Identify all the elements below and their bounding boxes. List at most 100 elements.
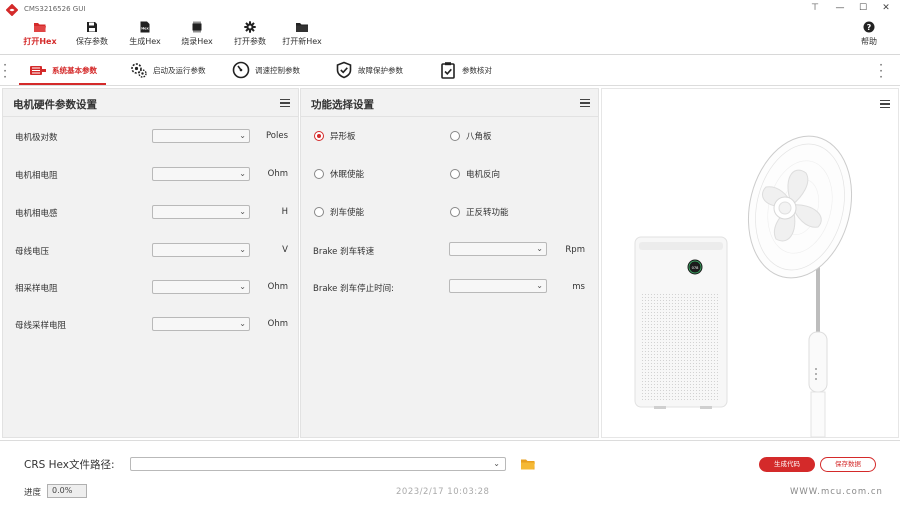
brake-stop-time-select[interactable]: ⌄ bbox=[449, 279, 547, 293]
phase-inductance-unit: H bbox=[281, 207, 288, 217]
phase-resistance-unit: Ohm bbox=[267, 169, 288, 179]
open-new-hex-button[interactable]: 打开新Hex bbox=[272, 20, 332, 47]
folder-browse-icon[interactable] bbox=[520, 458, 536, 471]
tab-system-basic-params[interactable]: 系统基本参数 bbox=[19, 55, 106, 85]
clipboard-check-icon bbox=[441, 62, 455, 79]
radio-shaped-board[interactable]: 异形板 bbox=[314, 130, 356, 142]
generate-hex-label: 生成Hex bbox=[129, 37, 161, 46]
phase-resistance-label: 电机相电阻 bbox=[15, 171, 58, 181]
tab-startup-run-params[interactable]: 启动及运行参数 bbox=[130, 55, 206, 85]
folder-open-icon bbox=[34, 23, 46, 32]
app-window: CMS3216526 GUI ⊤ — ☐ ✕ 打开Hex 保存参数 Hex 生成… bbox=[0, 0, 900, 508]
open-new-hex-label: 打开新Hex bbox=[282, 37, 322, 46]
tab-label: 启动及运行参数 bbox=[153, 65, 206, 75]
datetime-display: 2023/2/17 10:03:28 bbox=[396, 487, 490, 497]
bus-voltage-select[interactable]: ⌄ bbox=[152, 243, 250, 257]
help-label: 帮助 bbox=[861, 37, 877, 46]
standing-fan-image bbox=[747, 135, 853, 438]
help-button[interactable]: ? 帮助 bbox=[839, 20, 899, 47]
bus-voltage-unit: V bbox=[282, 245, 288, 255]
function-select-panel: 功能选择设置 异形板 八角板 休眠使能 电机反向 刹车使能 正反转功能 Brak… bbox=[300, 88, 599, 438]
maximize-button[interactable]: ☐ bbox=[856, 3, 870, 13]
radio-octagon-board[interactable]: 八角板 bbox=[450, 130, 492, 142]
chevron-down-icon: ⌄ bbox=[239, 245, 246, 254]
bus-sampling-resistor-unit: Ohm bbox=[267, 319, 288, 329]
pin-button[interactable]: ⊤ bbox=[808, 3, 822, 13]
tab-speed-control-params[interactable]: 调速控制参数 bbox=[232, 55, 300, 85]
brake-speed-select[interactable]: ⌄ bbox=[449, 242, 547, 256]
bus-sampling-resistor-label: 母线采样电阻 bbox=[15, 321, 67, 331]
chevron-down-icon: ⌄ bbox=[536, 281, 543, 290]
toolbar: 打开Hex 保存参数 Hex 生成Hex 烧录Hex 打开参数 打开新Hex ?… bbox=[0, 20, 900, 52]
hex-path-label: CRS Hex文件路径: bbox=[24, 459, 115, 471]
folder-icon bbox=[296, 23, 308, 32]
radio-motor-reverse[interactable]: 电机反向 bbox=[450, 168, 500, 180]
brake-speed-unit: Rpm bbox=[565, 245, 585, 255]
window-title: CMS3216526 GUI bbox=[24, 5, 86, 13]
open-hex-label: 打开Hex bbox=[23, 37, 57, 46]
phase-resistance-select[interactable]: ⌄ bbox=[152, 167, 250, 181]
brake-stop-time-unit: ms bbox=[572, 282, 585, 292]
burn-hex-button[interactable]: 烧录Hex bbox=[167, 20, 227, 47]
minimize-button[interactable]: — bbox=[833, 3, 847, 13]
hex-path-select[interactable]: ⌄ bbox=[130, 457, 506, 471]
divider bbox=[0, 440, 900, 441]
bus-sampling-resistor-select[interactable]: ⌄ bbox=[152, 317, 250, 331]
tab-label: 系统基本参数 bbox=[52, 65, 97, 75]
tab-label: 故障保护参数 bbox=[358, 65, 403, 75]
tab-fault-protection-params[interactable]: 故障保护参数 bbox=[335, 55, 403, 85]
motor-icon bbox=[30, 66, 46, 75]
pole-pairs-label: 电机极对数 bbox=[15, 133, 58, 143]
hamburger-menu-icon[interactable] bbox=[280, 99, 290, 107]
phase-sampling-resistor-unit: Ohm bbox=[267, 282, 288, 292]
bus-voltage-label: 母线电压 bbox=[15, 247, 50, 257]
brake-stop-time-label: Brake 刹车停止时间: bbox=[313, 284, 394, 294]
svg-text:Hex: Hex bbox=[141, 27, 149, 31]
website-text: WWW.mcu.com.cn bbox=[790, 487, 883, 497]
chevron-down-icon: ⌄ bbox=[239, 207, 246, 216]
phase-inductance-label: 电机相电感 bbox=[15, 209, 58, 219]
panel-header: 电机硬件参数设置 bbox=[3, 89, 298, 117]
hamburger-menu-icon[interactable] bbox=[580, 99, 590, 107]
product-image-panel: 078 bbox=[601, 88, 899, 438]
tab-label: 调速控制参数 bbox=[255, 65, 300, 75]
svg-text:078: 078 bbox=[692, 266, 700, 270]
progress-label: 进度 bbox=[24, 488, 42, 498]
phase-sampling-resistor-label: 相采样电阻 bbox=[15, 284, 58, 294]
shield-check-icon bbox=[336, 61, 352, 79]
generate-hex-button[interactable]: Hex 生成Hex bbox=[115, 20, 175, 47]
tabs-overflow-icon[interactable]: · · · bbox=[878, 59, 884, 83]
open-hex-button[interactable]: 打开Hex bbox=[10, 20, 70, 47]
tab-param-check[interactable]: 参数核对 bbox=[439, 55, 492, 85]
burn-hex-label: 烧录Hex bbox=[181, 37, 213, 46]
product-illustration: 078 bbox=[634, 135, 853, 438]
panel-header: 功能选择设置 bbox=[301, 89, 598, 117]
save-icon bbox=[87, 22, 97, 32]
tabs-scroll-left-icon[interactable]: · · · bbox=[2, 59, 8, 83]
radio-forward-reverse[interactable]: 正反转功能 bbox=[450, 206, 509, 218]
gear-icon bbox=[244, 21, 256, 33]
dial-icon bbox=[232, 61, 250, 79]
phase-inductance-select[interactable]: ⌄ bbox=[152, 205, 250, 219]
open-params-button[interactable]: 打开参数 bbox=[220, 20, 280, 47]
gears-icon bbox=[131, 63, 147, 78]
chevron-down-icon: ⌄ bbox=[493, 459, 500, 468]
radio-brake-enable[interactable]: 刹车使能 bbox=[314, 206, 364, 218]
generate-code-button[interactable]: 生成代码 bbox=[759, 457, 815, 472]
chip-icon bbox=[192, 21, 202, 33]
save-params-button[interactable]: 保存参数 bbox=[62, 20, 122, 47]
radio-sleep-enable[interactable]: 休眠使能 bbox=[314, 168, 364, 180]
phase-sampling-resistor-select[interactable]: ⌄ bbox=[152, 280, 250, 294]
progress-value: 0.0% bbox=[47, 484, 87, 498]
hex-file-icon: Hex bbox=[140, 21, 150, 33]
divider bbox=[0, 85, 900, 86]
save-data-button[interactable]: 保存数据 bbox=[820, 457, 876, 472]
chevron-down-icon: ⌄ bbox=[239, 319, 246, 328]
close-button[interactable]: ✕ bbox=[879, 3, 893, 13]
pole-pairs-select[interactable]: ⌄ bbox=[152, 129, 250, 143]
chevron-down-icon: ⌄ bbox=[536, 244, 543, 253]
chevron-down-icon: ⌄ bbox=[239, 282, 246, 291]
pole-pairs-unit: Poles bbox=[265, 131, 288, 141]
chevron-down-icon: ⌄ bbox=[239, 169, 246, 178]
open-params-label: 打开参数 bbox=[234, 37, 266, 46]
